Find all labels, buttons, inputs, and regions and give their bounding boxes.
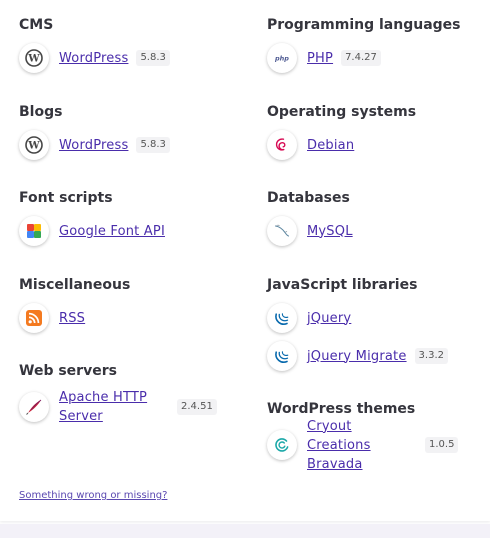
tech-link[interactable]: Google Font API xyxy=(59,222,165,241)
tech-item-php: php PHP 7.4.27 xyxy=(267,40,490,76)
tech-item-jquery-migrate: jQuery Migrate 3.3.2 xyxy=(267,338,490,374)
tech-item-google-font-api: Google Font API xyxy=(19,213,249,249)
tech-item-wordpress: W WordPress 5.8.3 xyxy=(19,40,249,76)
tech-item-cryout-bravada: Cryout Creations Bravada 1.0.5 xyxy=(267,419,490,472)
section-heading: Miscellaneous xyxy=(19,277,131,293)
cryout-theme-icon xyxy=(267,430,297,460)
section-javascript-libraries: JavaScript libraries jQuery jQuery Migra… xyxy=(267,276,490,371)
version-badge: 5.8.3 xyxy=(136,137,170,153)
section-operating-systems: Operating systems Debian xyxy=(267,103,490,160)
debian-swirl-icon xyxy=(267,130,297,160)
svg-text:php: php xyxy=(274,54,289,62)
tech-item-mysql: MySQL xyxy=(267,213,490,249)
version-badge: 5.8.3 xyxy=(136,50,170,66)
rss-icon xyxy=(19,303,49,333)
tech-item-debian: Debian xyxy=(267,127,490,163)
wordpress-icon: W xyxy=(19,130,49,160)
section-heading: Databases xyxy=(267,190,350,206)
version-badge: 2.4.51 xyxy=(177,399,217,415)
report-issue-link[interactable]: Something wrong or missing? xyxy=(19,490,167,501)
section-programming-languages: Programming languages php PHP 7.4.27 xyxy=(267,16,490,73)
tech-item-rss: RSS xyxy=(19,300,249,336)
mysql-dolphin-icon xyxy=(267,216,297,246)
version-badge: 3.3.2 xyxy=(414,348,448,364)
section-wordpress-themes: WordPress themes Cryout Creations Bravad… xyxy=(267,400,490,472)
section-heading: Font scripts xyxy=(19,190,113,206)
tech-link[interactable]: PHP xyxy=(307,49,333,68)
apache-feather-icon xyxy=(19,392,49,422)
section-heading: Operating systems xyxy=(267,104,417,120)
php-icon: php xyxy=(267,43,297,73)
section-miscellaneous: Miscellaneous RSS xyxy=(19,276,249,333)
section-heading: JavaScript libraries xyxy=(267,277,418,293)
section-web-servers: Web servers Apache HTTP Server 2.4.51 xyxy=(19,362,249,424)
bottom-band xyxy=(0,524,490,538)
section-databases: Databases MySQL xyxy=(267,189,490,246)
tech-link[interactable]: WordPress xyxy=(59,49,128,68)
google-font-icon xyxy=(19,216,49,246)
jquery-icon xyxy=(267,341,297,371)
tech-link[interactable]: MySQL xyxy=(307,222,353,241)
section-heading: WordPress themes xyxy=(267,401,416,417)
tech-link[interactable]: RSS xyxy=(59,309,85,328)
wordpress-icon: W xyxy=(19,43,49,73)
tech-item-apache: Apache HTTP Server 2.4.51 xyxy=(19,388,249,426)
section-heading: Web servers xyxy=(19,363,117,379)
svg-text:W: W xyxy=(27,54,40,65)
svg-text:W: W xyxy=(27,141,40,152)
section-heading: Programming languages xyxy=(267,17,461,33)
tech-item-jquery: jQuery xyxy=(267,300,490,336)
tech-link[interactable]: jQuery Migrate xyxy=(307,347,407,366)
section-heading: CMS xyxy=(19,17,54,33)
technology-panel: CMS W WordPress 5.8.3 Blogs W WordPress … xyxy=(0,0,490,521)
tech-item-wordpress: W WordPress 5.8.3 xyxy=(19,127,249,163)
version-badge: 7.4.27 xyxy=(341,50,381,66)
tech-link[interactable]: Cryout Creations Bravada xyxy=(307,417,417,474)
section-blogs: Blogs W WordPress 5.8.3 xyxy=(19,103,249,160)
section-font-scripts: Font scripts Google Font API xyxy=(19,189,249,246)
tech-link[interactable]: Debian xyxy=(307,136,354,155)
tech-link[interactable]: jQuery xyxy=(307,309,351,328)
jquery-icon xyxy=(267,303,297,333)
version-badge: 1.0.5 xyxy=(425,437,459,453)
section-cms: CMS W WordPress 5.8.3 xyxy=(19,16,249,73)
section-heading: Blogs xyxy=(19,104,63,120)
tech-link[interactable]: WordPress xyxy=(59,136,128,155)
tech-link[interactable]: Apache HTTP Server xyxy=(59,388,169,426)
